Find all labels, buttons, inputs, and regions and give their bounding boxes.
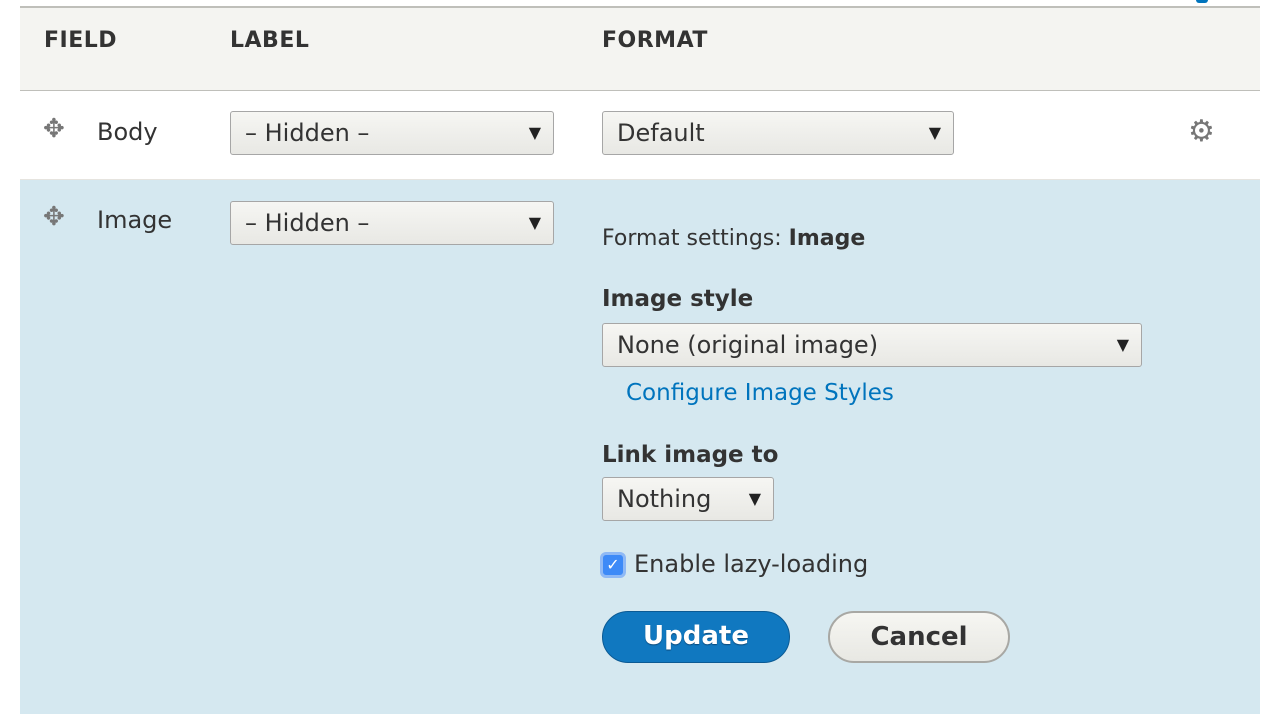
- select-value: – Hidden –: [245, 209, 370, 237]
- select-value: Default: [617, 119, 705, 147]
- select-value: – Hidden –: [245, 119, 370, 147]
- label-select[interactable]: – Hidden – ▼: [230, 201, 554, 245]
- image-style-label: Image style: [602, 286, 754, 312]
- scroll-indicator: [1196, 0, 1208, 3]
- link-image-select[interactable]: Nothing ▼: [602, 477, 774, 521]
- checkmark-icon: ✓: [606, 555, 620, 574]
- column-header-format: FORMAT: [602, 28, 708, 53]
- link-image-label: Link image to: [602, 442, 779, 468]
- dropdown-arrow-icon: ▼: [748, 489, 761, 508]
- select-value: None (original image): [617, 331, 879, 359]
- column-header-field: FIELD: [44, 28, 118, 53]
- field-name: Image: [97, 206, 173, 234]
- dropdown-arrow-icon: ▼: [528, 213, 541, 232]
- dropdown-arrow-icon: ▼: [928, 123, 941, 142]
- column-header-label: LABEL: [230, 28, 310, 53]
- move-icon[interactable]: ✥: [43, 202, 65, 232]
- select-value: Nothing: [617, 485, 712, 513]
- title-prefix: Format settings:: [602, 226, 789, 251]
- format-select[interactable]: Default ▼: [602, 111, 954, 155]
- lazy-loading-label[interactable]: Enable lazy-loading: [634, 550, 868, 578]
- label-select[interactable]: – Hidden – ▼: [230, 111, 554, 155]
- cancel-button[interactable]: Cancel: [828, 611, 1010, 663]
- dropdown-arrow-icon: ▼: [1116, 335, 1129, 354]
- move-icon[interactable]: ✥: [43, 114, 65, 144]
- configure-image-styles-link[interactable]: Configure Image Styles: [626, 380, 894, 406]
- lazy-loading-checkbox[interactable]: ✓: [600, 552, 626, 578]
- image-style-select[interactable]: None (original image) ▼: [602, 323, 1142, 367]
- format-settings-title: Format settings: Image: [602, 226, 865, 251]
- gear-icon[interactable]: ⚙: [1188, 114, 1215, 149]
- dropdown-arrow-icon: ▼: [528, 123, 541, 142]
- title-field: Image: [788, 226, 866, 251]
- field-name: Body: [97, 118, 158, 146]
- update-button[interactable]: Update: [602, 611, 790, 663]
